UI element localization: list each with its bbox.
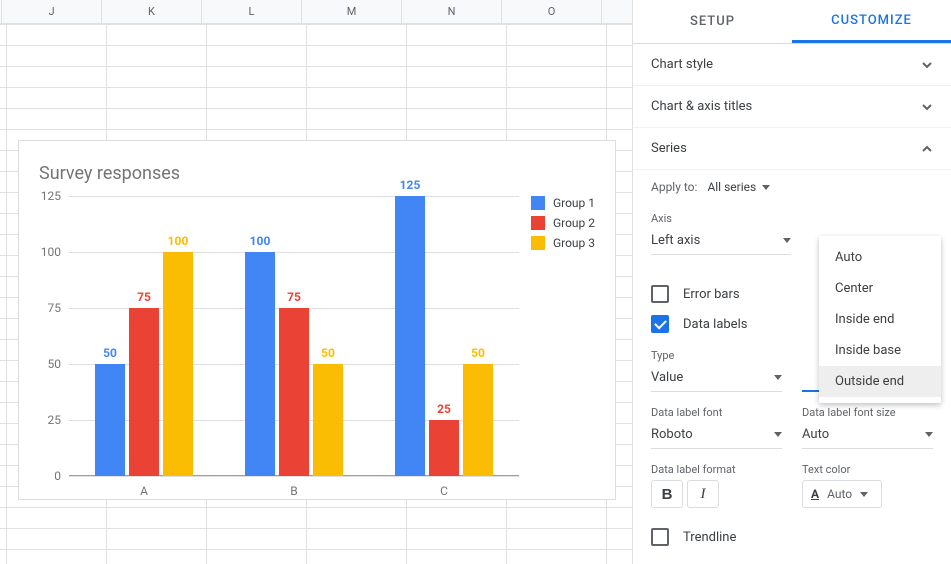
col-header[interactable]: M <box>302 0 402 23</box>
dropdown-option[interactable]: Center <box>819 273 941 304</box>
y-tick: 50 <box>48 357 62 371</box>
bar <box>429 420 459 476</box>
tab-setup[interactable]: SETUP <box>633 0 792 43</box>
data-label: 75 <box>287 290 301 304</box>
textcolor-select[interactable]: A Auto <box>802 480 882 508</box>
legend-item: Group 3 <box>531 236 595 250</box>
bar <box>463 364 493 476</box>
bar <box>395 196 425 476</box>
axis-label: Axis <box>651 212 791 225</box>
col-header[interactable]: J <box>2 0 102 23</box>
chart-plot: 02550751001255075100A1007550B1252550C <box>69 196 519 476</box>
y-tick: 25 <box>48 413 62 427</box>
x-tick: B <box>290 484 297 498</box>
font-label: Data label font <box>651 406 782 419</box>
data-label: 100 <box>168 234 189 248</box>
y-tick: 75 <box>48 301 62 315</box>
trendline-checkbox[interactable]: Trendline <box>651 522 933 552</box>
caret-down-icon <box>774 432 782 437</box>
checkbox-icon <box>651 528 669 546</box>
legend-swatch <box>531 196 545 210</box>
data-label: 125 <box>400 178 421 192</box>
legend-swatch <box>531 236 545 250</box>
chart-title: Survey responses <box>39 163 180 184</box>
y-tick: 0 <box>54 469 61 483</box>
section-label: Chart & axis titles <box>651 99 752 114</box>
bar <box>313 364 343 476</box>
chevron-up-icon <box>921 143 933 155</box>
type-label: Type <box>651 349 782 362</box>
apply-to-select[interactable]: All series <box>707 180 770 194</box>
sidebar-tabs: SETUP CUSTOMIZE <box>633 0 951 44</box>
dropdown-option[interactable]: Inside end <box>819 304 941 335</box>
italic-button[interactable]: I <box>687 480 719 508</box>
section-label: Series <box>651 141 687 156</box>
chevron-down-icon <box>921 59 933 71</box>
bar <box>163 252 193 476</box>
caret-down-icon <box>783 238 791 243</box>
caret-down-icon <box>860 492 868 497</box>
y-tick: 100 <box>41 245 61 259</box>
spreadsheet-area: J K L M N O Survey responses 0 25 50 75 100 1… <box>0 0 633 564</box>
data-label: 50 <box>471 346 485 360</box>
x-tick: C <box>440 484 448 498</box>
y-tick: 125 <box>41 189 61 203</box>
position-dropdown: AutoCenterInside endInside baseOutside e… <box>819 236 941 403</box>
tab-customize[interactable]: CUSTOMIZE <box>792 0 951 43</box>
col-header[interactable]: K <box>102 0 202 23</box>
type-select[interactable]: Value <box>651 364 782 392</box>
legend-item: Group 2 <box>531 216 595 230</box>
chart[interactable]: Survey responses 0 25 50 75 100 125 50 75 100 A 10… <box>18 140 616 500</box>
axis-select[interactable]: Left axis <box>651 227 791 255</box>
data-label: 75 <box>137 290 151 304</box>
section-chart-style[interactable]: Chart style <box>633 44 951 86</box>
apply-to-label: Apply to: <box>651 180 697 194</box>
dropdown-option[interactable]: Auto <box>819 242 941 273</box>
caret-down-icon <box>762 185 770 190</box>
legend-item: Group 1 <box>531 196 595 210</box>
dropdown-option[interactable]: Outside end <box>819 366 941 397</box>
data-label: 50 <box>103 346 117 360</box>
dropdown-option[interactable]: Inside base <box>819 335 941 366</box>
textcolor-label: Text color <box>802 463 933 476</box>
chart-legend: Group 1 Group 2 Group 3 <box>531 196 595 256</box>
data-label: 25 <box>437 402 451 416</box>
caret-down-icon <box>774 375 782 380</box>
caret-down-icon <box>925 432 933 437</box>
format-label: Data label format <box>651 463 782 476</box>
bar <box>279 308 309 476</box>
bold-button[interactable]: B <box>651 480 683 508</box>
column-headers: J K L M N O <box>0 0 632 24</box>
font-select[interactable]: Roboto <box>651 421 782 449</box>
section-chart-axis-titles[interactable]: Chart & axis titles <box>633 86 951 128</box>
fontsize-label: Data label font size <box>802 406 933 419</box>
bar <box>95 364 125 476</box>
section-series[interactable]: Series <box>633 128 951 170</box>
x-tick: A <box>140 484 148 498</box>
legend-swatch <box>531 216 545 230</box>
fontsize-select[interactable]: Auto <box>802 421 933 449</box>
data-label: 50 <box>321 346 335 360</box>
checkbox-checked-icon <box>651 315 669 333</box>
col-header[interactable]: N <box>402 0 502 23</box>
section-label: Chart style <box>651 57 713 72</box>
col-header[interactable]: L <box>202 0 302 23</box>
col-header[interactable]: O <box>502 0 602 23</box>
bar <box>129 308 159 476</box>
data-label: 100 <box>250 234 271 248</box>
bar <box>245 252 275 476</box>
checkbox-icon <box>651 285 669 303</box>
chevron-down-icon <box>921 101 933 113</box>
chart-editor-sidebar: SETUP CUSTOMIZE Chart style Chart & axis… <box>633 0 951 564</box>
